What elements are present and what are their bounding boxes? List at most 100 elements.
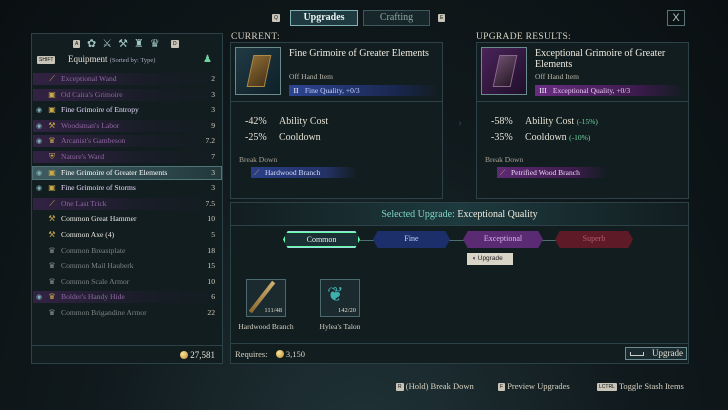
item-count: 9 xyxy=(211,120,215,130)
inventory-item[interactable]: ♛ Common Brigandine Armor 22 xyxy=(33,307,221,319)
tier-exceptional[interactable]: Exceptional xyxy=(463,231,543,248)
hammer-icon: ⚒ xyxy=(48,214,56,224)
inventory-item[interactable]: ◉ ▣ Fine Grimoire of Greater Elements 3 xyxy=(32,165,222,180)
gold-coin-icon xyxy=(275,350,284,358)
material-hyleas-talon[interactable]: ❦ 142/20 xyxy=(320,279,360,317)
material-hardwood-branch[interactable]: 111/48 xyxy=(246,279,286,317)
item-count: 7 xyxy=(211,152,215,161)
item-count: 6 xyxy=(211,292,215,302)
tools-filter-icon[interactable]: ⚒ xyxy=(118,37,134,50)
item-count: 7.5 xyxy=(205,198,216,208)
item-count: 7.2 xyxy=(205,136,216,146)
material-qty: 111/48 xyxy=(264,307,282,314)
axe-icon: ⚒ xyxy=(48,230,56,239)
equipped-eye-icon: ◉ xyxy=(36,137,43,146)
inventory-panel: A ✿⚔⚒♜♛ D SHIFT Equipment (Sorted by: Ty… xyxy=(31,33,223,364)
inventory-item[interactable]: ⚒ Common Axe (4) 5 xyxy=(33,229,221,241)
item-name: Common Mail Hauberk xyxy=(61,261,134,271)
footer-stash[interactable]: LCTRL Toggle Stash Items xyxy=(597,381,684,392)
current-stat-cooldown: -25% Cooldown xyxy=(245,132,321,143)
r-key: R xyxy=(396,383,404,392)
footer-breakdown[interactable]: R (Hold) Break Down xyxy=(396,381,474,392)
result-quality-text: Exceptional Quality, +0/3 xyxy=(552,86,631,95)
upgrade-panel: Selected Upgrade: Exceptional Quality xyxy=(230,202,689,364)
material-name: Hylea's Talon xyxy=(319,322,361,331)
tab-upgrades[interactable]: Upgrades xyxy=(290,10,358,26)
tier-superb[interactable]: Superb xyxy=(555,231,633,248)
spacebar-key-icon xyxy=(630,352,644,356)
inventory-item[interactable]: ◉ ▣ Fine Grimoire of Entropy 3 xyxy=(33,104,221,116)
results-label: UPGRADE RESULTS: xyxy=(476,32,571,42)
stash-icon[interactable]: ♟ xyxy=(203,54,212,65)
inventory-item[interactable]: ◉ ▣ Fine Grimoire of Storms 3 xyxy=(33,182,221,194)
shield-icon: ⛨ xyxy=(49,152,55,161)
current-stat-ability-cost: -42% Ability Cost xyxy=(245,116,329,127)
current-item-type: Off Hand Item xyxy=(289,72,334,81)
current-item-thumb xyxy=(235,47,281,95)
item-count: 18 xyxy=(207,245,215,255)
inventory-item[interactable]: ⚒ Common Great Hammer 10 xyxy=(33,213,221,225)
inventory-item[interactable]: ◉ ♛ Arcanist's Gambeson 7.2 xyxy=(33,135,221,148)
current-breakdown-label: Break Down xyxy=(239,155,278,164)
armor-icon: ♛ xyxy=(48,292,56,302)
inventory-item[interactable]: ⛨ Nature's Ward 7 xyxy=(33,151,221,163)
item-name: Common Breastplate xyxy=(61,245,126,255)
lctrl-key: LCTRL xyxy=(597,383,617,392)
equipped-eye-icon: ◉ xyxy=(36,293,43,302)
armor-filter-icon[interactable]: ♛ xyxy=(150,37,166,50)
current-breakdown-item: ⟋ Hardwood Branch xyxy=(251,167,357,178)
result-item-card: Exceptional Grimoire of Greater Elements… xyxy=(476,42,689,199)
item-count: 3 xyxy=(211,89,215,99)
item-name: Bolder's Handy Hide xyxy=(61,292,125,302)
item-count: 10 xyxy=(207,214,215,224)
item-count: 2 xyxy=(211,74,215,83)
dagger-icon: ⟋ xyxy=(49,198,55,208)
result-breakdown-item: ⟋ Petrified Wood Branch xyxy=(497,167,607,178)
cost-amount: 3,150 xyxy=(285,349,305,359)
inventory-item[interactable]: ▣ Od Caira's Grimoire 3 xyxy=(33,88,221,101)
helm-filter-icon[interactable]: ♜ xyxy=(134,37,150,50)
equipped-eye-icon: ◉ xyxy=(36,184,43,193)
filter-next-key: D xyxy=(171,40,179,48)
tier-fine[interactable]: Fine xyxy=(373,231,450,248)
grimoire-icon: ▣ xyxy=(48,167,56,177)
axe-icon: ⚒ xyxy=(48,120,56,130)
upgrade-button[interactable]: Upgrade xyxy=(625,347,687,360)
upgrade-arrow-icon: › xyxy=(458,115,462,129)
wand-icon: ⟋ xyxy=(49,74,55,83)
all-filter-icon[interactable]: ✿ xyxy=(87,37,102,50)
result-stat-ability-cost: -58% Ability Cost (-15%) xyxy=(491,116,598,127)
footer-preview[interactable]: F Preview Upgrades xyxy=(498,381,570,392)
tab-crafting[interactable]: Crafting xyxy=(363,10,430,26)
next-tab-key: E xyxy=(438,14,446,22)
item-name: One Last Trick xyxy=(61,198,107,208)
prev-tab-key: Q xyxy=(272,14,280,22)
f-key: F xyxy=(498,383,506,392)
inventory-item[interactable]: ♛ Common Mail Hauberk 15 xyxy=(33,260,221,272)
inventory-item[interactable]: ◉ ⚒ Woodsman's Labor 9 xyxy=(33,119,221,132)
inventory-item[interactable]: ♛ Common Scale Armor 10 xyxy=(33,276,221,288)
item-name: Common Axe (4) xyxy=(61,230,115,239)
item-name: Fine Grimoire of Storms xyxy=(61,183,136,193)
equipment-label: Equipment xyxy=(68,54,108,64)
result-item-title: Exceptional Grimoire of Greater Elements xyxy=(535,48,666,70)
upgrade-tooltip: ◖ Upgrade xyxy=(467,253,513,265)
upgrade-cost: Requires: 3,150 xyxy=(235,349,305,359)
inventory-item[interactable]: ⟋ One Last Trick 7.5 xyxy=(33,197,221,210)
inventory-item[interactable]: ◉ ♛ Bolder's Handy Hide 6 xyxy=(33,291,221,304)
requires-label: Requires: xyxy=(235,349,268,359)
weapon-filter-icon[interactable]: ⚔ xyxy=(102,37,118,50)
gold-coin-icon xyxy=(180,351,188,359)
current-label: CURRENT: xyxy=(231,32,280,42)
inventory-item[interactable]: ♛ Common Breastplate 18 xyxy=(33,245,221,257)
close-button[interactable]: X xyxy=(667,10,685,26)
inventory-item[interactable]: ⟋ Exceptional Wand 2 xyxy=(33,73,221,85)
armor-icon: ♛ xyxy=(48,261,56,271)
tier-common[interactable]: Common xyxy=(283,231,360,248)
equipment-header[interactable]: Equipment (Sorted by: Type) xyxy=(68,54,155,64)
branch-icon: ⟋ xyxy=(500,168,506,177)
item-name: Common Brigandine Armor xyxy=(61,308,147,317)
armor-icon: ♛ xyxy=(48,245,56,255)
current-item-title: Fine Grimoire of Greater Elements xyxy=(289,48,429,59)
item-name: Od Caira's Grimoire xyxy=(61,89,123,99)
